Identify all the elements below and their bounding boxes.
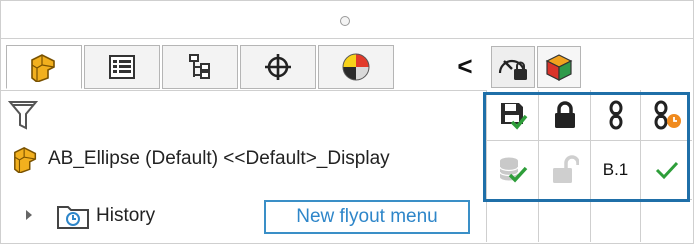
empty-cell xyxy=(590,199,640,242)
empty-cell xyxy=(486,199,538,242)
empty-cell xyxy=(640,199,692,242)
crosshair-icon xyxy=(265,54,291,80)
empty-cell xyxy=(538,199,590,242)
filter-icon[interactable] xyxy=(8,99,38,131)
divider xyxy=(1,38,693,39)
tab-configurationmanager[interactable] xyxy=(162,45,238,89)
tab-propertymanager[interactable] xyxy=(84,45,160,89)
appearance-ball-icon xyxy=(342,53,370,81)
collapse-chevron-button[interactable]: < xyxy=(453,51,477,81)
history-folder-icon xyxy=(57,206,89,229)
filter-row xyxy=(0,90,486,141)
history-label: History xyxy=(96,205,156,226)
part-icon xyxy=(14,146,37,173)
tab-dimxpertmanager[interactable] xyxy=(240,45,316,89)
tab-3d-view[interactable] xyxy=(537,46,581,88)
flyout-callout: New flyout menu xyxy=(264,200,470,234)
tab-featuremanager[interactable] xyxy=(6,45,82,89)
tree-row-part[interactable]: AB_Ellipse (Default) <<Default>_Display xyxy=(0,140,390,178)
gauge-lock-icon xyxy=(498,59,527,80)
panel-drag-handle[interactable] xyxy=(1,1,693,39)
colored-cube-icon xyxy=(545,54,573,81)
grip-dot-icon xyxy=(340,16,350,26)
expand-arrow-icon[interactable] xyxy=(24,205,34,227)
part-icon xyxy=(31,54,55,82)
part-name-label: AB_Ellipse (Default) <<Default>_Display xyxy=(48,148,390,169)
tab-displaymanager[interactable] xyxy=(318,45,394,89)
property-list-icon xyxy=(109,55,135,79)
flyout-highlight-frame xyxy=(483,92,690,202)
configuration-tree-icon xyxy=(189,54,210,79)
tree-row-history[interactable]: History xyxy=(0,197,155,235)
tab-pdm-status[interactable] xyxy=(491,46,535,88)
